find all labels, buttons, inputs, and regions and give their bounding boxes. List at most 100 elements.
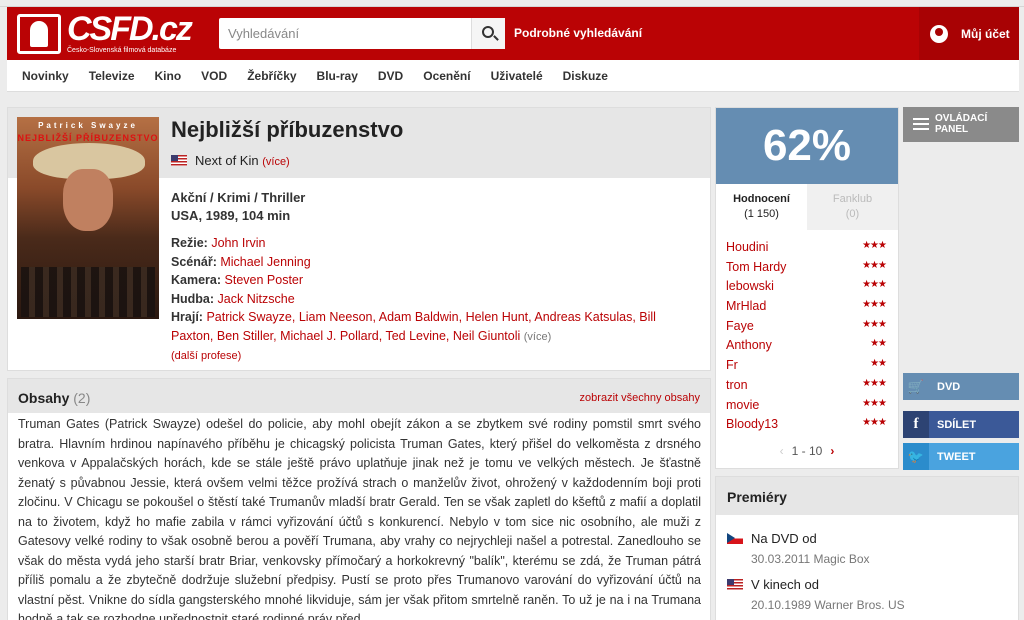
stars-icon: ★★★ [862,397,887,409]
user-icon [930,25,948,43]
stars-icon: ★★★ [862,299,887,311]
film-info-card: Patrick Swayze NEJBLIŽŠÍ PŘÍBUZENSTVO Ne… [7,107,711,371]
rating-percent: 62% [716,108,898,184]
stars-icon: ★★ [870,338,887,350]
site-logo[interactable]: CSFD.cz Česko-Slovenská filmová databáze [17,10,193,56]
cast-links[interactable]: Patrick Swayze, Liam Neeson, Adam Baldwi… [171,310,656,343]
premieres-title: Premiéry [727,489,787,505]
user-ratings-list: Houdini ★★★ Tom Hardy ★★★ lebowski ★★★ MrHl… [716,238,898,435]
chevron-left-icon[interactable]: ‹ [780,444,784,458]
premieres-section: Premiéry Na DVD od 30.03.2011 Magic Box … [715,476,1019,620]
list-item: movie ★★★ [716,396,898,416]
user-link[interactable]: MrHlad [726,299,766,313]
menu-icon [913,118,929,130]
director-link[interactable]: John Irvin [211,236,265,250]
nav-item-oceneni[interactable]: Ocenění [423,60,470,92]
fanclub-count: (0) [845,208,860,220]
premiere-detail: 30.03.2011 Magic Box [751,552,870,566]
cart-icon: 🛒 [907,379,925,394]
chevron-right-icon[interactable]: › [830,444,834,458]
film-creators: Režie: John Irvin Scénář: Michael Jennin… [171,234,701,366]
dvd-button[interactable]: 🛒 DVD [903,373,1019,400]
poster-actor: Patrick Swayze [38,121,138,130]
plot-text: Truman Gates (Patrick Swayze) odešel do … [18,417,701,620]
facebook-icon: f [903,411,929,438]
facebook-share-button[interactable]: f SDÍLET [903,411,1019,438]
premieres-header: Premiéry [716,477,1018,515]
film-genres: Akční / Krimi / Thriller [171,190,306,205]
account-button[interactable]: Můj účet [919,7,1019,60]
main-nav: Novinky Televize Kino VOD Žebříčky Blu-r… [7,60,1019,92]
control-panel-label: OVLÁDACÍ PANEL [935,113,988,135]
list-item: V kinech od 20.10.1989 Warner Bros. US [727,577,1017,612]
premiere-label: Na DVD od [751,531,817,546]
stars-icon: ★★★ [862,279,887,291]
control-panel-button[interactable]: OVLÁDACÍ PANEL [903,107,1019,142]
camera-link[interactable]: Steven Poster [225,273,304,287]
user-link[interactable]: movie [726,398,759,412]
nav-item-vod[interactable]: VOD [201,60,227,92]
tab-fanclub[interactable]: Fanklub (0) [807,184,898,230]
logo-text: CSFD.cz [67,10,193,48]
list-item: tron ★★★ [716,376,898,396]
plot-header: Obsahy (2) zobrazit všechny obsahy [8,379,710,413]
list-item: Fr ★★ [716,356,898,376]
search-input[interactable] [219,18,469,49]
stars-icon: ★★★ [862,259,887,271]
search-button[interactable] [471,18,505,49]
twitter-tweet-button[interactable]: 🐦 TWEET [903,443,1019,470]
rating-panel: 62% Hodnocení (1 150) Fanklub (0) Houdini ★… [715,107,899,469]
list-item: Bloody13 ★★★ [716,415,898,435]
advanced-search-link[interactable]: Podrobné vyhledávání [514,26,642,40]
premiere-detail: 20.10.1989 Warner Bros. US [751,598,905,612]
premiere-label: V kinech od [751,577,819,592]
nav-item-bluray[interactable]: Blu-ray [317,60,358,92]
nav-item-kino[interactable]: Kino [155,60,182,92]
nav-item-zebricky[interactable]: Žebříčky [247,60,296,92]
logo-subtitle: Česko-Slovenská filmová databáze [67,47,177,54]
show-all-plots-link[interactable]: zobrazit všechny obsahy [580,392,700,404]
original-title: Next of Kin [195,153,259,168]
ratings-count: (1 150) [744,208,779,220]
tab-ratings[interactable]: Hodnocení (1 150) [716,184,807,230]
cast-more-link[interactable]: (více) [524,331,552,343]
user-link[interactable]: Faye [726,319,754,333]
twitter-icon: 🐦 [903,443,929,470]
usa-flag-icon [727,579,743,590]
list-item: lebowski ★★★ [716,277,898,297]
nav-item-uzivatele[interactable]: Uživatelé [491,60,543,92]
more-titles-link[interactable]: (více) [262,156,290,168]
pager-range: 1 - 10 [791,444,823,458]
stars-icon: ★★ [870,358,887,370]
nav-item-novinky[interactable]: Novinky [22,60,69,92]
top-border [0,0,1024,7]
account-label: Můj účet [961,27,1010,41]
stars-icon: ★★★ [862,377,887,389]
writer-link[interactable]: Michael Jenning [220,255,310,269]
nav-item-diskuze[interactable]: Diskuze [563,60,608,92]
director-label: Režie: [171,236,208,250]
user-link[interactable]: Bloody13 [726,417,778,431]
site-header: CSFD.cz Česko-Slovenská filmová databáze… [7,7,1019,60]
film-title: Nejbližší příbuzenstvo [171,117,404,142]
user-link[interactable]: Anthony [726,338,772,352]
plot-section: Obsahy (2) zobrazit všechny obsahy Truma… [7,378,711,620]
ratings-pager: ‹ 1 - 10 › [716,444,898,458]
user-link[interactable]: Fr [726,358,738,372]
stars-icon: ★★★ [862,417,887,429]
list-item: Na DVD od 30.03.2011 Magic Box [727,531,1017,566]
czech-flag-icon [727,533,743,544]
nav-item-dvd[interactable]: DVD [378,60,403,92]
more-professions-link[interactable]: (další profese) [171,350,241,362]
film-origin: USA, 1989, 104 min [171,208,291,223]
music-link[interactable]: Jack Nitzsche [218,292,295,306]
user-link[interactable]: tron [726,378,748,392]
poster-title: NEJBLIŽŠÍ PŘÍBUZENSTVO [17,133,159,143]
stars-icon: ★★★ [862,240,887,251]
nav-item-televize[interactable]: Televize [89,60,135,92]
cast-label: Hrají: [171,310,203,324]
user-link[interactable]: Houdini [726,240,768,254]
user-link[interactable]: Tom Hardy [726,260,786,274]
user-link[interactable]: lebowski [726,279,774,293]
film-poster[interactable]: Patrick Swayze NEJBLIŽŠÍ PŘÍBUZENSTVO [17,117,159,319]
